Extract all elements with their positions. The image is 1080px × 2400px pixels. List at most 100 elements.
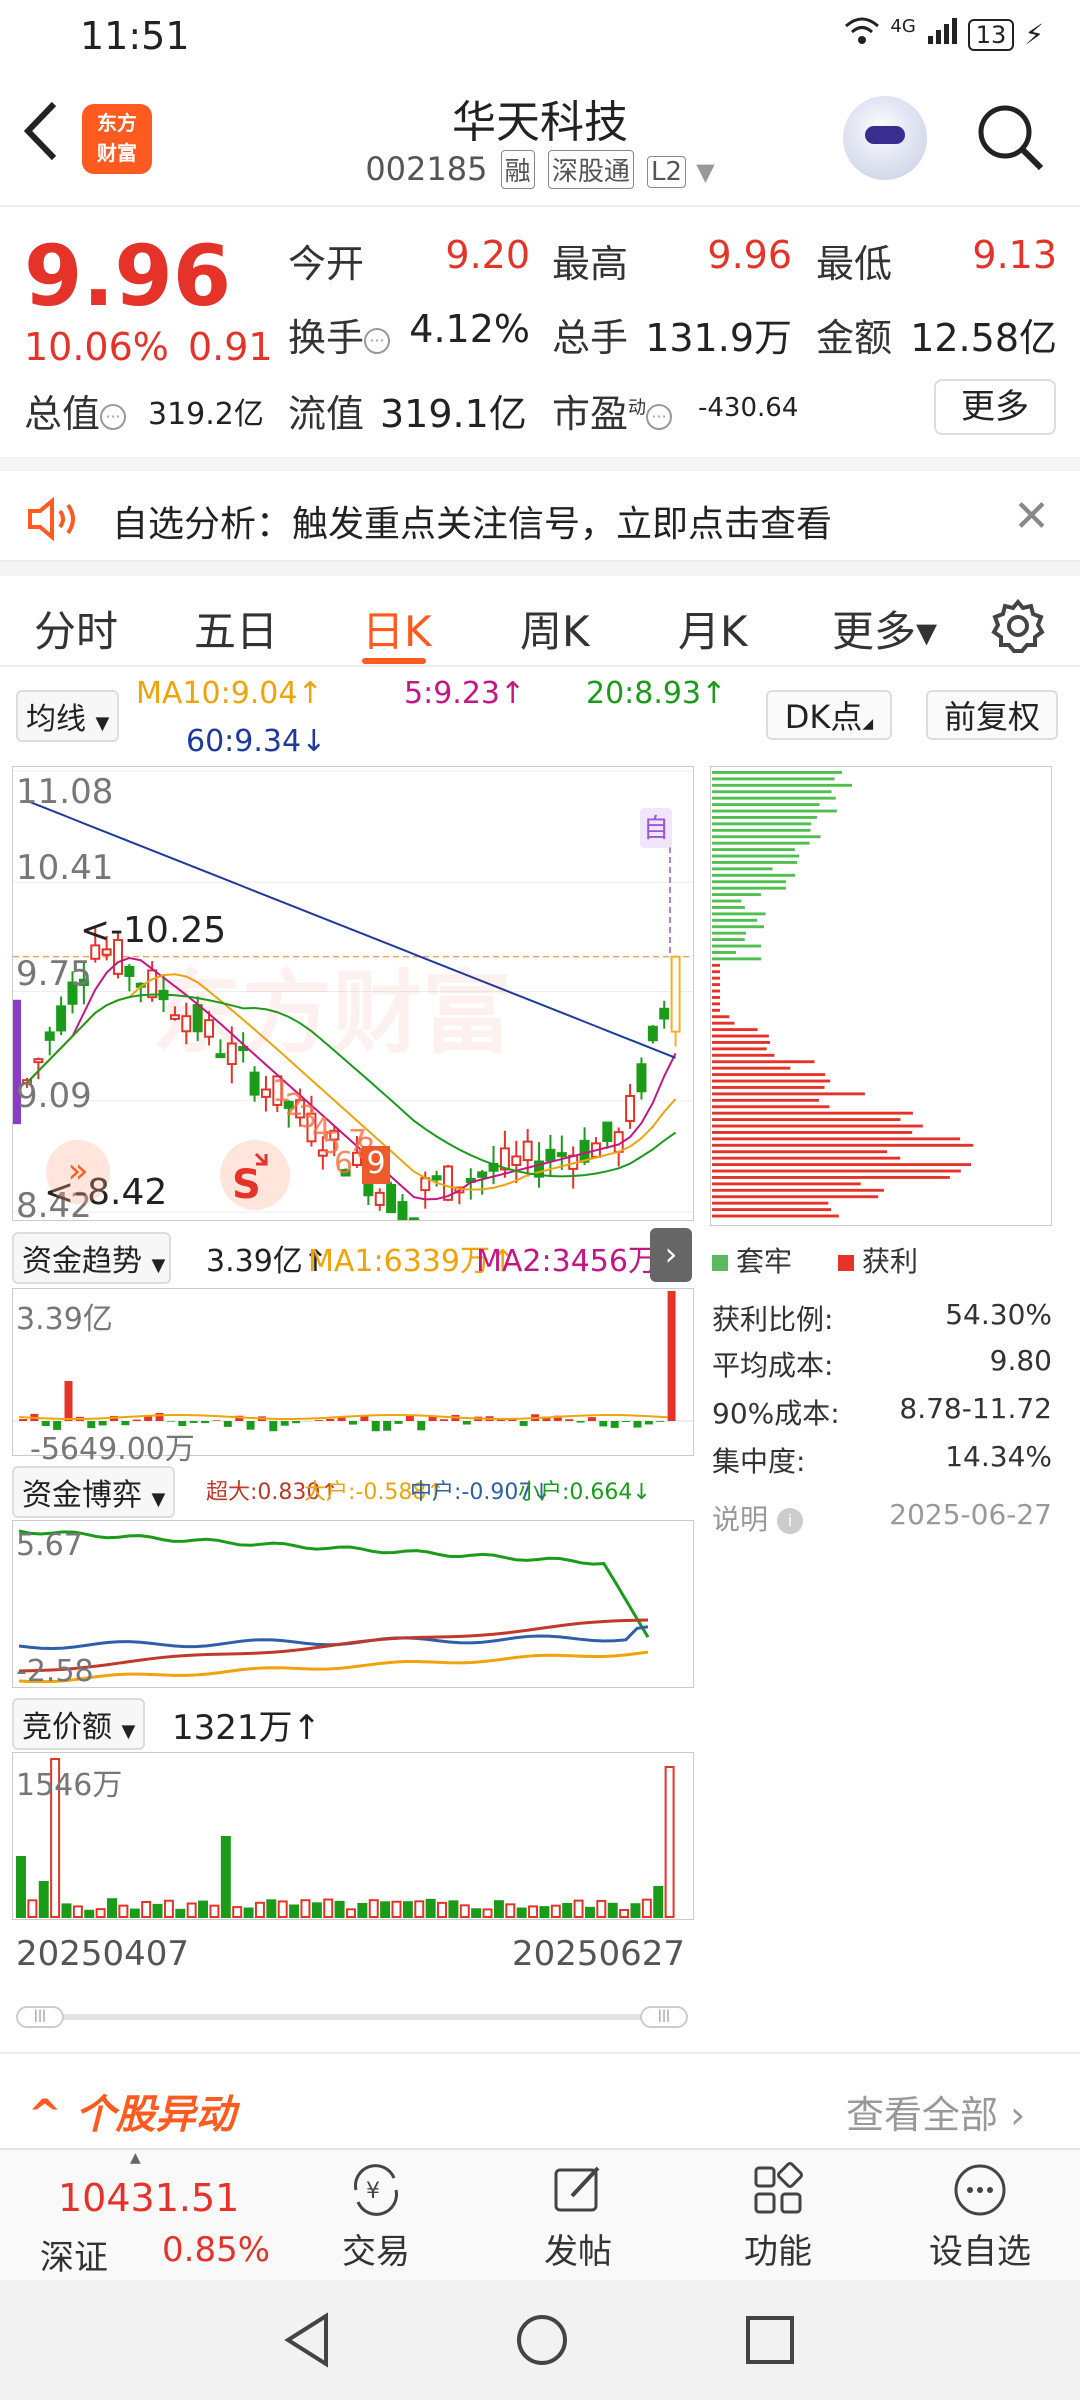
auction-bar [596,1899,607,1919]
fund-bar [667,1291,676,1421]
chip-bar [712,989,720,993]
close-icon[interactable]: ✕ [1013,491,1050,542]
auction-bar [664,1766,675,1918]
add-favorite-button[interactable]: 设自选 [910,2160,1050,2273]
total-cap-value: 319.2亿 [148,397,264,432]
auction-bar [220,1836,231,1918]
nav-back-icon[interactable] [282,2312,332,2372]
robot-avatar-icon[interactable] [843,96,927,180]
chip-bar [712,996,720,999]
fund-bar [212,1420,221,1421]
info-icon[interactable]: ··· [646,403,673,430]
info-icon[interactable]: ··· [100,403,127,430]
pe-value: -430.64 [698,393,799,423]
candle-body [556,1152,567,1158]
chip-bar [712,796,836,800]
auction-bar [630,1903,641,1918]
tab-intraday[interactable]: 分时 [34,598,118,659]
cost90-label: 90%成本: [712,1397,840,1430]
chevron-right-icon[interactable]: › [650,1228,692,1282]
chip-bar [712,790,832,794]
chevron-up-icon: ▲ [130,2150,141,2166]
legend-trapped-label: 套牢 [736,1245,793,1278]
auction-bar [209,1904,220,1918]
chip-bar [712,970,720,974]
range-handle-left[interactable]: ||| [16,2006,64,2028]
candle-body [124,965,135,977]
index-name: 深证 [40,2238,108,2278]
tab-monthly-k[interactable]: 月K [678,598,748,659]
chip-bar [712,957,762,961]
chip-distribution-chart[interactable] [710,766,1052,1226]
range-handle-right[interactable]: ||| [640,2006,688,2028]
chip-bar [712,1028,758,1032]
info-icon[interactable]: ··· [364,327,391,354]
ma5-label: 5:9.23↑ [404,676,526,711]
fund-game-y-top: 5.67 [16,1528,83,1563]
index-value: 10431.51 [58,2176,240,2220]
post-button[interactable]: 发帖 [508,2160,648,2273]
tag-l2: L2 [647,156,687,188]
stock-movement-section[interactable]: ^ 个股异动 查看全部 › [0,2052,1080,2152]
chip-bar [712,938,745,942]
auction-selector[interactable]: 竞价额 ▼ [12,1698,146,1750]
auction-bar [493,1900,504,1918]
nav-home-icon[interactable] [514,2312,570,2372]
fund-game-small: 小户:0.664↓ [518,1480,651,1505]
tab-more[interactable]: 更多▾ [832,598,937,659]
auction-bar [289,1904,300,1918]
trade-button[interactable]: ¥ 交易 [306,2160,446,2273]
expand-signal-icon[interactable]: S [220,1140,290,1210]
tag-margin: 融 [500,150,535,189]
chip-bar [712,1131,913,1134]
auction-bar [402,1901,413,1919]
view-all-link[interactable]: 查看全部 › [846,2084,1025,2139]
range-slider[interactable]: ||| ||| [16,2006,688,2028]
alert-banner[interactable]: 自选分析：触发重点关注信号，立即点击查看 ✕ [0,457,1080,562]
chip-bar [712,1163,972,1167]
dk-point-button[interactable]: DK点◢ [766,690,892,740]
watermark: 东方财富 [152,961,512,1066]
fund-game-selector[interactable]: 资金博弈 ▼ [12,1466,176,1518]
fund-bar [462,1421,471,1425]
more-quote-button[interactable]: 更多 [934,379,1056,435]
candle-body [545,1148,556,1162]
candle-body [374,1191,385,1206]
tab-daily-k[interactable]: 日K [362,598,432,659]
ma-selector[interactable]: 均线 ▼ [16,690,120,742]
fund-bar [223,1421,232,1427]
tab-five-day[interactable]: 五日 [194,598,278,659]
dk-point-label: DK点 [784,698,863,736]
adjust-button[interactable]: 前复权 [926,690,1058,740]
chip-bar [712,1111,913,1115]
fund-bar [246,1421,255,1430]
settings-gear-icon[interactable] [990,598,1046,658]
turnover-label-text: 换手 [288,316,365,360]
fund-bar [599,1421,608,1427]
fund-bar [132,1419,141,1421]
function-button[interactable]: 功能 [708,2160,848,2273]
auction-bar [175,1908,186,1918]
chip-bar [712,1169,961,1173]
chevron-down-icon[interactable]: ▼ [696,158,714,186]
tab-weekly-k[interactable]: 周K [520,598,590,659]
bottom-toolbar: ▲ 10431.51 深证 0.85% ¥ 交易 发帖 功能 设自选 [0,2148,1080,2280]
chevron-up-icon: ^ [28,2092,76,2138]
fund-bar [496,1419,505,1421]
candle-body [56,1005,67,1032]
candle-body [408,1217,419,1220]
fund-game-chart[interactable] [12,1520,694,1688]
self-select-tag[interactable]: 自 [640,808,672,848]
candle-body [625,1094,636,1122]
double-chevron-icon[interactable]: » [46,1140,110,1204]
chip-bar [712,951,737,954]
note-link[interactable]: 说明 i [712,1498,803,1538]
auction-bar [254,1901,265,1919]
fund-trend-selector[interactable]: 资金趋势 ▼ [12,1232,172,1284]
nav-recents-icon[interactable] [744,2314,796,2370]
search-icon[interactable] [975,102,1045,172]
small-holder-line [18,1529,650,1638]
legend-trapped: 套牢 [712,1240,792,1280]
index-ticker[interactable]: ▲ 10431.51 深证 0.85% [0,2150,270,2282]
auction-bar [528,1905,539,1919]
